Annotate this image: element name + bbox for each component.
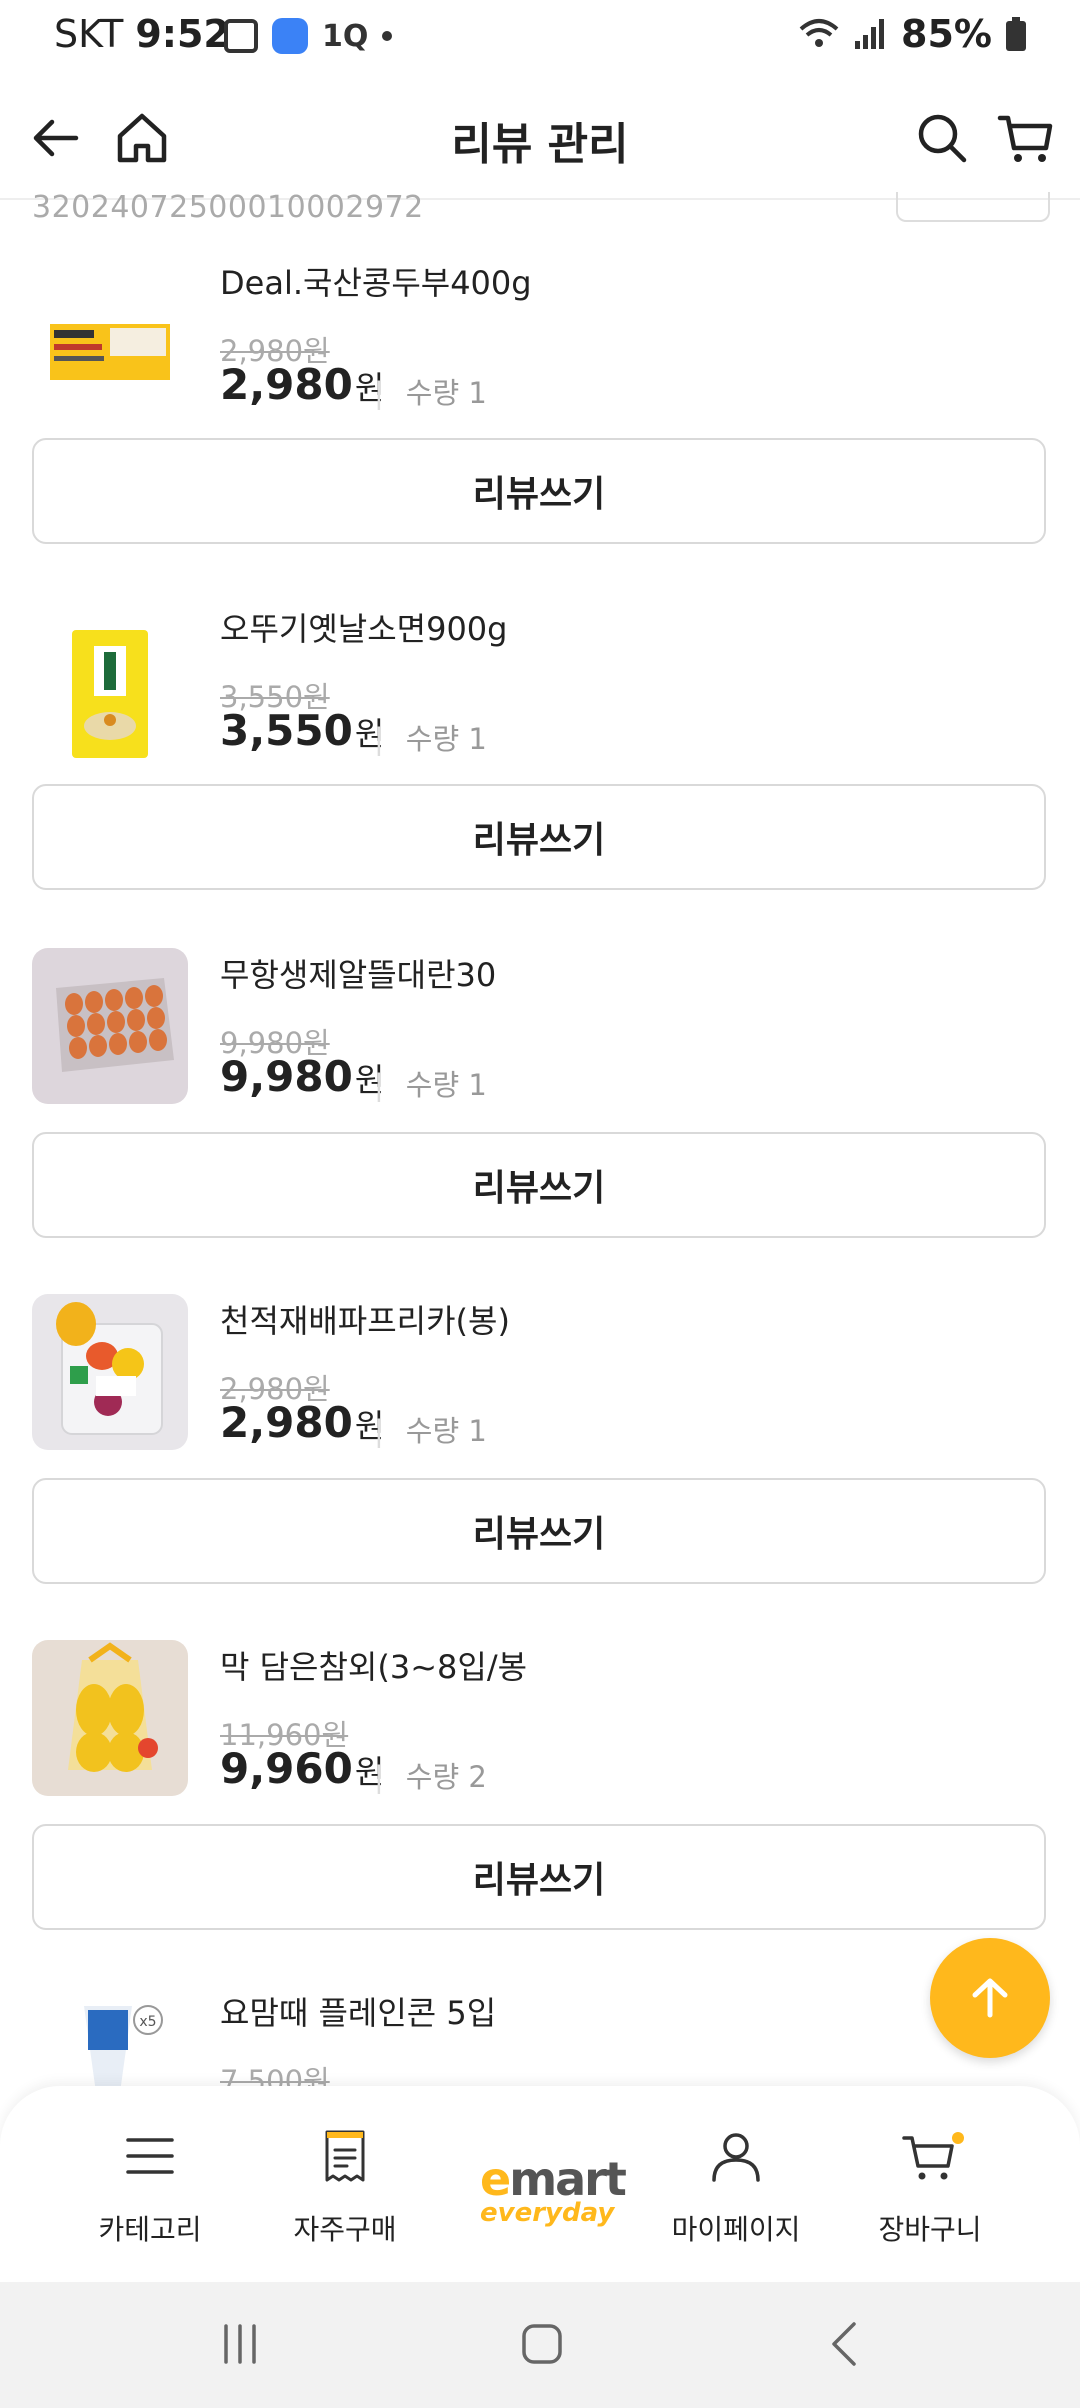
- svg-text:x5: x5: [139, 2014, 156, 2030]
- quantity-label: 수량 1: [405, 376, 487, 410]
- product-thumbnail[interactable]: [32, 948, 188, 1104]
- product-name[interactable]: 무항생제알뜰대란30: [220, 950, 496, 996]
- sale-price: 9,960원: [220, 1744, 384, 1793]
- nav-label: 카테고리: [98, 2213, 202, 2246]
- product-thumbnail[interactable]: [32, 1640, 188, 1796]
- write-review-button[interactable]: 리뷰쓰기: [32, 438, 1046, 544]
- status-bar: SKT 9:52 1Q 85%: [0, 0, 1080, 80]
- quantity: | 수량 1: [374, 1068, 487, 1102]
- sale-price: 2,980원: [220, 360, 384, 409]
- quantity-label: 수량 1: [405, 1068, 487, 1102]
- wifi-icon: [799, 19, 839, 47]
- arrow-up-icon: [972, 1978, 1008, 2018]
- notification-icons: 1Q: [224, 18, 393, 54]
- product-name[interactable]: 천적재배파프리카(봉): [220, 1296, 510, 1342]
- battery-percent: 85%: [901, 12, 992, 56]
- system-navigation-bar: [0, 2282, 1080, 2408]
- nav-label: 마이페이지: [671, 2213, 801, 2246]
- product-thumbnail[interactable]: [32, 270, 188, 426]
- write-review-button[interactable]: 리뷰쓰기: [32, 1478, 1046, 1584]
- price-value: 9,960: [220, 1744, 353, 1793]
- product-thumbnail[interactable]: [32, 616, 188, 772]
- product-name[interactable]: 막 담은참외(3~8입/봉: [220, 1642, 527, 1688]
- status-carrier-time: SKT 9:52: [54, 12, 230, 56]
- price-value: 2,980: [220, 1398, 353, 1447]
- app-1q-icon: 1Q: [322, 18, 369, 54]
- nav-label: 자주구매: [293, 2213, 397, 2246]
- order-number: 32024072500010002972: [32, 190, 424, 225]
- nav-label: 장바구니: [878, 2213, 982, 2246]
- battery-icon: [1006, 17, 1026, 51]
- cart-icon[interactable]: [996, 108, 1056, 168]
- product-name[interactable]: 오뚜기옛날소면900g: [220, 604, 507, 650]
- sale-price: 2,980원: [220, 1398, 384, 1447]
- quantity: | 수량 1: [374, 722, 487, 756]
- write-review-button[interactable]: 리뷰쓰기: [32, 1132, 1046, 1238]
- rating-box: [896, 192, 1050, 222]
- write-review-button[interactable]: 리뷰쓰기: [32, 1824, 1046, 1930]
- home-circle-icon[interactable]: [518, 2320, 566, 2368]
- nav-frequent[interactable]: 자주구매: [255, 2126, 435, 2248]
- quantity: | 수량 1: [374, 376, 487, 410]
- signal-icon: [855, 19, 885, 49]
- cart-icon: [902, 2136, 954, 2180]
- logo-everyday: everyday: [480, 2198, 615, 2228]
- quantity: | 수량 2: [374, 1760, 487, 1794]
- emart-everyday-logo[interactable]: emart everyday: [480, 2156, 627, 2228]
- quantity-label: 수량 1: [405, 722, 487, 756]
- receipt-icon: [325, 2130, 365, 2182]
- nav-category[interactable]: 카테고리: [60, 2126, 240, 2248]
- logo-emart: emart: [480, 2156, 627, 2202]
- price-value: 9,980: [220, 1052, 353, 1101]
- price-value: 2,980: [220, 360, 353, 409]
- top-bar: 리뷰 관리: [0, 80, 1080, 200]
- quantity-label: 수량 2: [405, 1760, 487, 1794]
- nav-cart[interactable]: 장바구니: [840, 2126, 1020, 2248]
- product-thumbnail[interactable]: [32, 1294, 188, 1450]
- cart-badge-dot: [952, 2132, 964, 2144]
- search-icon[interactable]: [912, 108, 972, 168]
- scroll-to-top-button[interactable]: [930, 1938, 1050, 2058]
- status-time: 9:52: [135, 12, 230, 56]
- recent-apps-icon[interactable]: [218, 2322, 262, 2366]
- quantity: | 수량 1: [374, 1414, 487, 1448]
- menu-icon: [126, 2138, 174, 2174]
- sale-price: 9,980원: [220, 1052, 384, 1101]
- person-icon: [712, 2133, 760, 2182]
- nav-mypage[interactable]: 마이페이지: [646, 2126, 826, 2248]
- gallery-icon: [224, 19, 258, 53]
- carrier-name: SKT: [54, 12, 124, 56]
- sale-price: 3,550원: [220, 706, 384, 755]
- bottom-navigation: 카테고리 자주구매 emart everyday 마이페이지 장바구니: [0, 2086, 1080, 2282]
- system-back-icon[interactable]: [822, 2320, 870, 2368]
- write-review-button[interactable]: 리뷰쓰기: [32, 784, 1046, 890]
- quantity-label: 수량 1: [405, 1414, 487, 1448]
- app-notification-icon: [272, 18, 308, 54]
- more-dot-icon: [382, 31, 393, 41]
- product-name[interactable]: Deal.국산콩두부400g: [220, 258, 532, 304]
- status-right: 85%: [799, 12, 1026, 56]
- product-name[interactable]: 요맘때 플레인콘 5입: [220, 1988, 496, 2034]
- price-value: 3,550: [220, 706, 353, 755]
